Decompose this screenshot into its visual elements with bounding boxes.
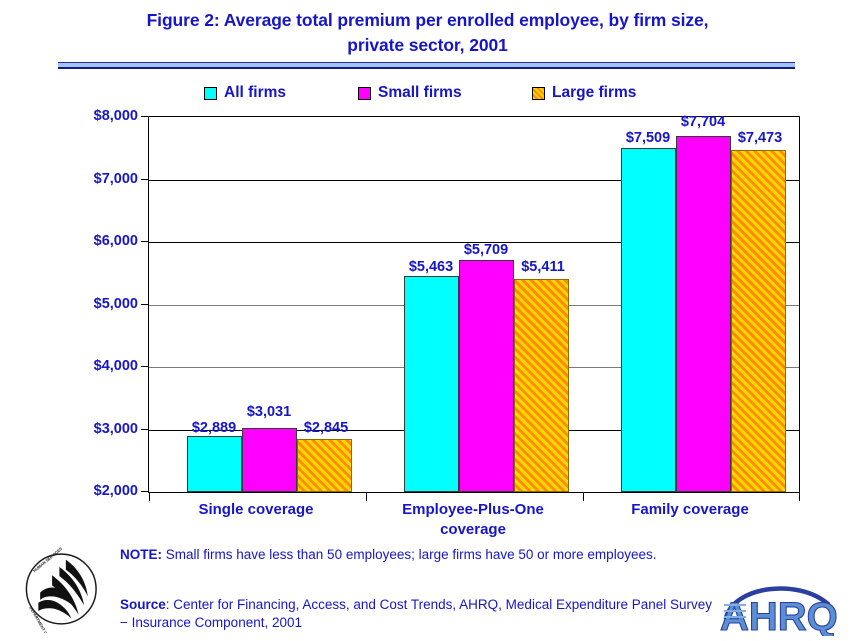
- legend-item-small-firms: Small firms: [358, 82, 462, 104]
- y-tick-label-2000: $2,000: [93, 483, 138, 499]
- note-footnote: NOTE: Small firms have less than 50 empl…: [120, 546, 710, 564]
- svg-text:HUMAN SERVICES: HUMAN SERVICES: [32, 546, 63, 573]
- y-tick-mark-7000: [141, 178, 148, 180]
- y-tick-label-5000: $5,000: [93, 295, 138, 312]
- legend-item-large-firms: Large firms: [532, 82, 636, 104]
- x-category-label-plusone: Employee-Plus-One coverage: [402, 501, 544, 538]
- y-tick-label-3000: $3,000: [93, 420, 138, 437]
- legend-label-all-firms: All firms: [224, 84, 287, 101]
- chart-legend: All firms Small firms Large firms: [190, 82, 670, 104]
- title-line-2: private sector, 2001: [347, 35, 508, 55]
- bar-single-all-firms[interactable]: [187, 436, 242, 492]
- source-footnote: Source: Center for Financing, Access, an…: [120, 596, 720, 632]
- bar-plusone-large-firms[interactable]: [514, 278, 569, 492]
- value-label-plusone-large-firms: $5,411: [521, 259, 565, 275]
- magenta-solid-swatch-icon: [358, 86, 371, 100]
- bar-single-large-firms[interactable]: [297, 439, 352, 492]
- legend-item-all-firms: All firms: [204, 82, 286, 104]
- cyan-solid-swatch-icon: [204, 86, 217, 100]
- figure-root: Figure 2: Average total premium per enro…: [0, 0, 853, 641]
- y-tick-mark-8000: [141, 116, 148, 117]
- value-label-single-all-firms: $2,889: [191, 420, 237, 436]
- value-label-family-small-firms: $7,704: [680, 114, 726, 130]
- bar-family-small-firms[interactable]: [676, 135, 731, 492]
- y-tick-mark-4000: [141, 366, 148, 367]
- hhs-seal-logo: HUMAN SERVICES DEPARTMENT OF HEALTH: [18, 545, 110, 641]
- value-label-plusone-all-firms: $5,463: [408, 259, 454, 275]
- note-text: Small firms have less than 50 employees;…: [162, 547, 657, 562]
- y-tick-label-7000: $7,000: [93, 170, 138, 187]
- page-title: Figure 2: Average total premium per enro…: [60, 8, 795, 58]
- value-label-single-large-firms: $2,845: [303, 420, 349, 436]
- value-label-single-small-firms: $3,031: [246, 404, 292, 420]
- note-label: NOTE:: [120, 547, 162, 562]
- y-tick-mark-5000: [141, 303, 148, 305]
- bar-plusone-small-firms[interactable]: [459, 260, 514, 492]
- legend-label-large-firms: Large firms: [552, 84, 637, 101]
- y-tick-mark-2000: [141, 491, 148, 492]
- value-label-family-all-firms: $7,509: [625, 130, 671, 146]
- legend-label-small-firms: Small firms: [378, 84, 462, 101]
- value-label-family-large-firms: $7,473: [737, 130, 783, 146]
- svg-text:AHRQ: AHRQ: [720, 595, 838, 636]
- y-tick-label-8000: $8,000: [93, 108, 138, 124]
- plot-area: $2,889 $3,031 $2,845 $5,463 $5,709 $5,41…: [148, 114, 800, 501]
- bar-single-small-firms[interactable]: [242, 427, 297, 492]
- x-category-label-family: Family coverage: [631, 501, 749, 518]
- y-tick-label-6000: $6,000: [93, 233, 138, 249]
- source-label: Source: [120, 597, 166, 612]
- source-text: : Center for Financing, Access, and Cost…: [120, 597, 713, 630]
- y-tick-mark-3000: [141, 428, 148, 430]
- bar-family-all-firms[interactable]: [621, 147, 676, 492]
- value-label-plusone-small-firms: $5,709: [463, 242, 509, 258]
- ahrq-logo: AHRQ: [712, 578, 844, 640]
- orange-hatched-swatch-icon: [532, 86, 545, 100]
- bar-plusone-all-firms[interactable]: [404, 275, 459, 492]
- title-line-1: Figure 2: Average total premium per enro…: [146, 10, 709, 30]
- title-divider-rule: [58, 62, 795, 69]
- y-tick-label-4000: $4,000: [93, 358, 138, 374]
- bar-family-large-firms[interactable]: [731, 149, 786, 492]
- x-category-label-single: Single coverage: [198, 501, 314, 518]
- y-tick-mark-6000: [141, 241, 148, 242]
